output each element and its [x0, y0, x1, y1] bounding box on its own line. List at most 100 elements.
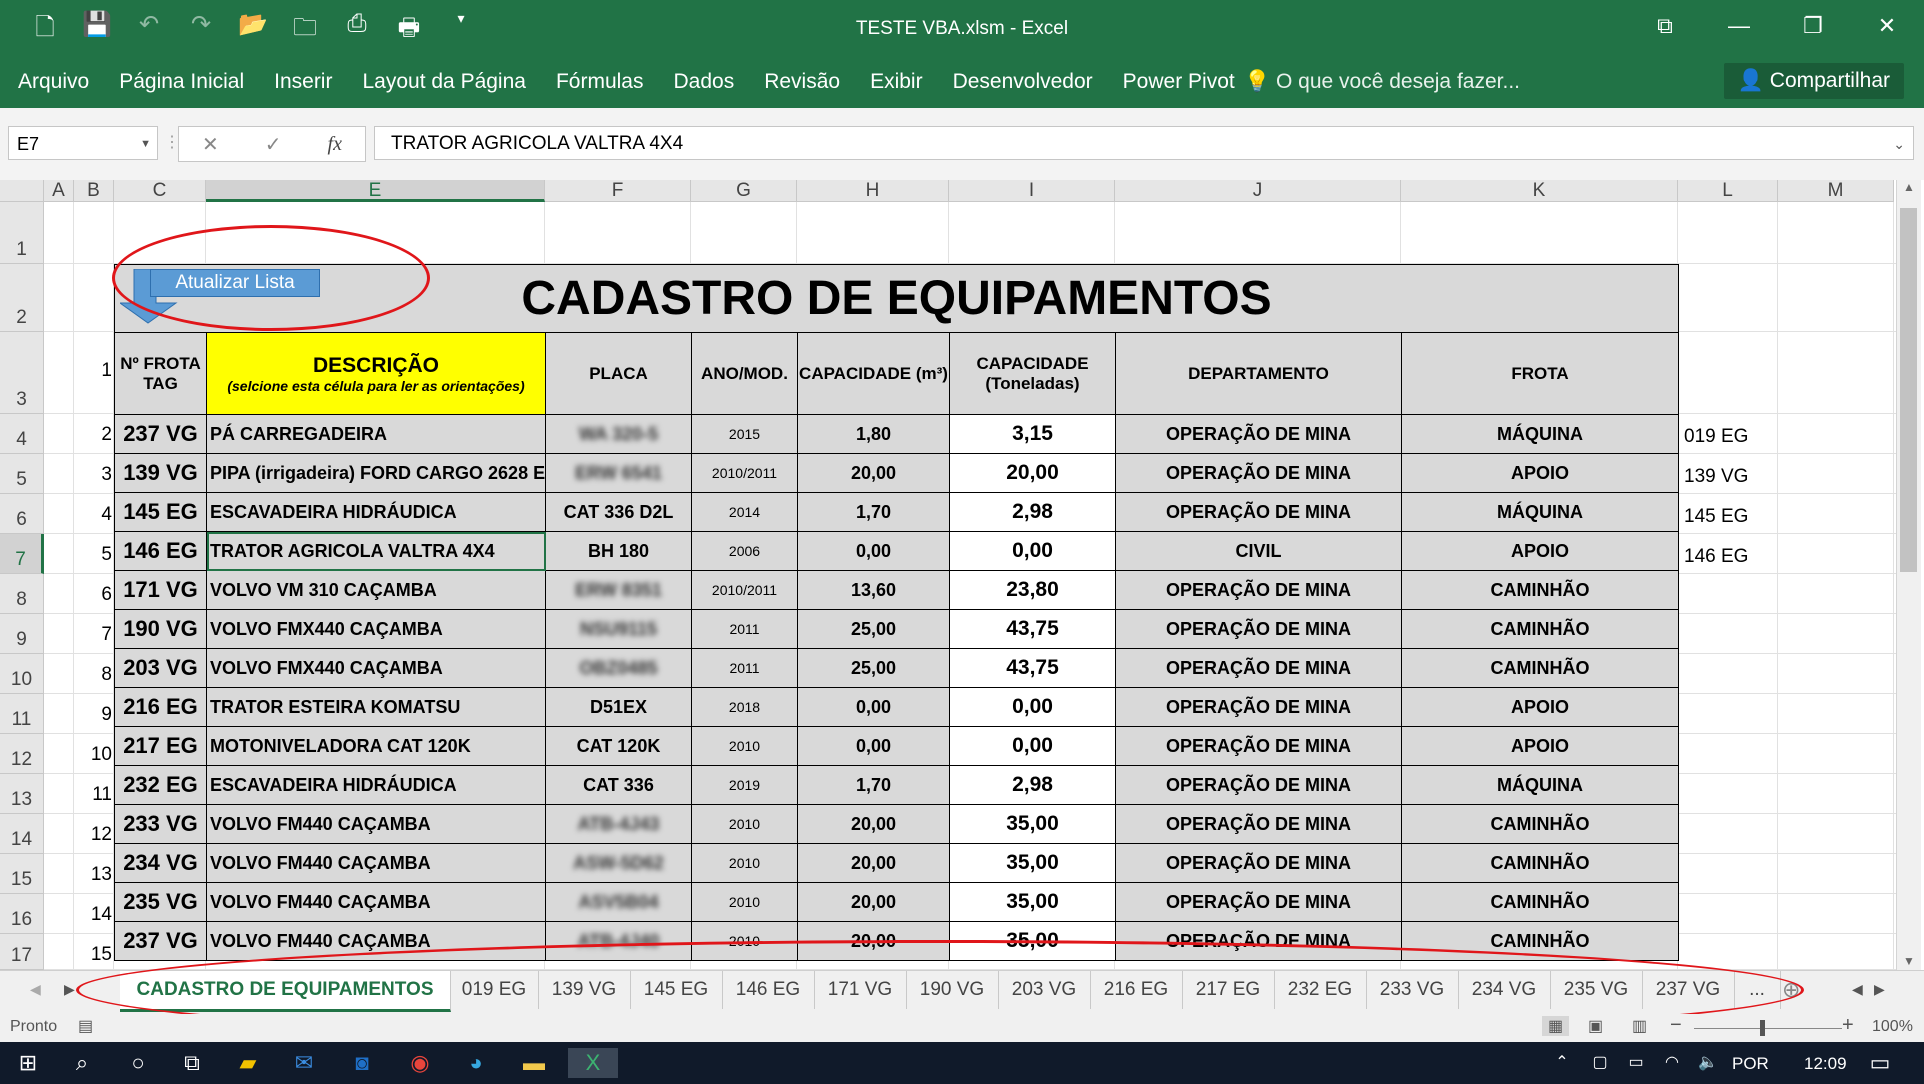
tab-exibir[interactable]: Exibir: [870, 70, 923, 94]
row-index[interactable]: 3: [84, 464, 112, 486]
cell-m3[interactable]: 13,60: [797, 570, 950, 610]
cell-dept[interactable]: OPERAÇÃO DE MINA: [1115, 765, 1402, 805]
side-list-item[interactable]: 146 EG: [1684, 546, 1748, 568]
cell-ano[interactable]: 2019: [691, 765, 798, 805]
mail-icon[interactable]: ✉: [288, 1048, 320, 1078]
cell-placa[interactable]: BH 180: [545, 531, 692, 571]
zoom-level[interactable]: 100%: [1872, 1018, 1913, 1036]
cell-ton[interactable]: 35,00: [949, 882, 1116, 922]
header-departamento[interactable]: DEPARTAMENTO: [1115, 332, 1402, 415]
tab-desenvolvedor[interactable]: Desenvolvedor: [953, 70, 1093, 94]
cell-ton[interactable]: 23,80: [949, 570, 1116, 610]
insert-function-icon[interactable]: fx: [328, 133, 342, 156]
cell-ano[interactable]: 2015: [691, 414, 798, 454]
column-header-f[interactable]: F: [545, 180, 691, 202]
cell-dept[interactable]: OPERAÇÃO DE MINA: [1115, 843, 1402, 883]
row-header-8[interactable]: 8: [0, 574, 44, 614]
cell-frota[interactable]: CAMINHÃO: [1400, 570, 1680, 610]
cell-desc[interactable]: TRATOR AGRICOLA VALTRA 4X4: [206, 531, 546, 571]
cell-dept[interactable]: OPERAÇÃO DE MINA: [1115, 414, 1402, 454]
zoom-slider-thumb[interactable]: [1760, 1020, 1765, 1036]
row-header-5[interactable]: 5: [0, 454, 44, 494]
cell-ano[interactable]: 2018: [691, 687, 798, 727]
header-placa[interactable]: PLACA: [545, 332, 692, 415]
row-header-10[interactable]: 10: [0, 654, 44, 694]
ribbon-display-icon[interactable]: ⧉: [1628, 0, 1702, 52]
cell-frota[interactable]: MÁQUINA: [1400, 414, 1680, 454]
row-header-12[interactable]: 12: [0, 734, 44, 774]
row-header-1[interactable]: 1: [0, 202, 44, 264]
side-list-item[interactable]: 139 VG: [1684, 466, 1748, 488]
tab-inserir[interactable]: Inserir: [274, 70, 332, 94]
cell-m3[interactable]: 25,00: [797, 648, 950, 688]
tab-scroll-right-icon[interactable]: ▶: [64, 981, 75, 998]
cell-ton[interactable]: 20,00: [949, 453, 1116, 493]
cell-ton[interactable]: 43,75: [949, 648, 1116, 688]
confirm-icon[interactable]: ✓: [265, 132, 282, 157]
column-header-m[interactable]: M: [1778, 180, 1894, 202]
header-cap-ton[interactable]: CAPACIDADE (Toneladas): [949, 332, 1116, 415]
cell-ano[interactable]: 2010: [691, 726, 798, 766]
header-frota[interactable]: FROTA: [1400, 332, 1680, 415]
normal-view-icon[interactable]: ▦: [1542, 1016, 1570, 1036]
cell-placa[interactable]: NSU9115: [545, 609, 692, 649]
column-header-c[interactable]: C: [114, 180, 206, 202]
cell-tag[interactable]: 237 VG: [114, 414, 207, 454]
clock[interactable]: 12:09: [1804, 1054, 1847, 1074]
cell-dept[interactable]: CIVIL: [1115, 531, 1402, 571]
cell-placa[interactable]: WA 320-5: [545, 414, 692, 454]
cell-placa[interactable]: ASV5B04: [545, 882, 692, 922]
header-ano[interactable]: ANO/MOD.: [691, 332, 798, 415]
row-index[interactable]: 4: [84, 504, 112, 526]
cell-desc[interactable]: PIPA (irrigadeira) FORD CARGO 2628 E: [206, 453, 546, 493]
volume-icon[interactable]: 🔈: [1692, 1048, 1724, 1078]
cell-m3[interactable]: 0,00: [797, 726, 950, 766]
cell-tag[interactable]: 233 VG: [114, 804, 207, 844]
battery-icon[interactable]: ▭: [1620, 1048, 1652, 1078]
cell-desc[interactable]: VOLVO VM 310 CAÇAMBA: [206, 570, 546, 610]
cell-frota[interactable]: CAMINHÃO: [1400, 804, 1680, 844]
cell-m3[interactable]: 1,70: [797, 765, 950, 805]
zoom-slider[interactable]: [1694, 1028, 1842, 1029]
row-header-3[interactable]: 3: [0, 332, 44, 414]
close-icon[interactable]: ✕: [1850, 0, 1924, 52]
scroll-thumb[interactable]: [1900, 208, 1917, 572]
cell-m3[interactable]: 1,70: [797, 492, 950, 532]
cell-frota[interactable]: CAMINHÃO: [1400, 882, 1680, 922]
scroll-down-icon[interactable]: ▼: [1903, 954, 1915, 968]
vertical-scrollbar[interactable]: ▲ ▼: [1896, 180, 1921, 970]
cell-tag[interactable]: 216 EG: [114, 687, 207, 727]
cell-ano[interactable]: 2014: [691, 492, 798, 532]
row-index[interactable]: 15: [84, 944, 112, 966]
cell-placa[interactable]: ASW-5D62: [545, 843, 692, 883]
row-header-15[interactable]: 15: [0, 854, 44, 894]
edge-icon[interactable]: ◕: [460, 1048, 492, 1078]
macro-record-icon[interactable]: ▤: [78, 1016, 93, 1036]
cell-tag[interactable]: 237 VG: [114, 921, 207, 961]
row-header-7[interactable]: 7: [0, 534, 44, 574]
cell-tag[interactable]: 146 EG: [114, 531, 207, 571]
cell-ton[interactable]: 0,00: [949, 687, 1116, 727]
tab-dados[interactable]: Dados: [673, 70, 734, 94]
cancel-icon[interactable]: ✕: [202, 132, 219, 157]
cell-ton[interactable]: 0,00: [949, 531, 1116, 571]
tab-revisao[interactable]: Revisão: [764, 70, 840, 94]
tab-arquivo[interactable]: Arquivo: [18, 70, 89, 94]
cell-ano[interactable]: 2010: [691, 804, 798, 844]
cell-dept[interactable]: OPERAÇÃO DE MINA: [1115, 804, 1402, 844]
restore-icon[interactable]: ❐: [1776, 0, 1850, 52]
cell-m3[interactable]: 25,00: [797, 609, 950, 649]
notifications-icon[interactable]: ▭: [1864, 1048, 1896, 1078]
cell-ton[interactable]: 2,98: [949, 765, 1116, 805]
cell-desc[interactable]: VOLVO FM440 CAÇAMBA: [206, 843, 546, 883]
column-header-b[interactable]: B: [74, 180, 114, 202]
cell-frota[interactable]: APOIO: [1400, 453, 1680, 493]
row-header-2[interactable]: 2: [0, 264, 44, 332]
cell-tag[interactable]: 145 EG: [114, 492, 207, 532]
row-index[interactable]: 12: [84, 824, 112, 846]
row-header-16[interactable]: 16: [0, 894, 44, 934]
cell-frota[interactable]: CAMINHÃO: [1400, 843, 1680, 883]
cell-ton[interactable]: 3,15: [949, 414, 1116, 454]
cell-dept[interactable]: OPERAÇÃO DE MINA: [1115, 648, 1402, 688]
cell-ano[interactable]: 2010/2011: [691, 570, 798, 610]
